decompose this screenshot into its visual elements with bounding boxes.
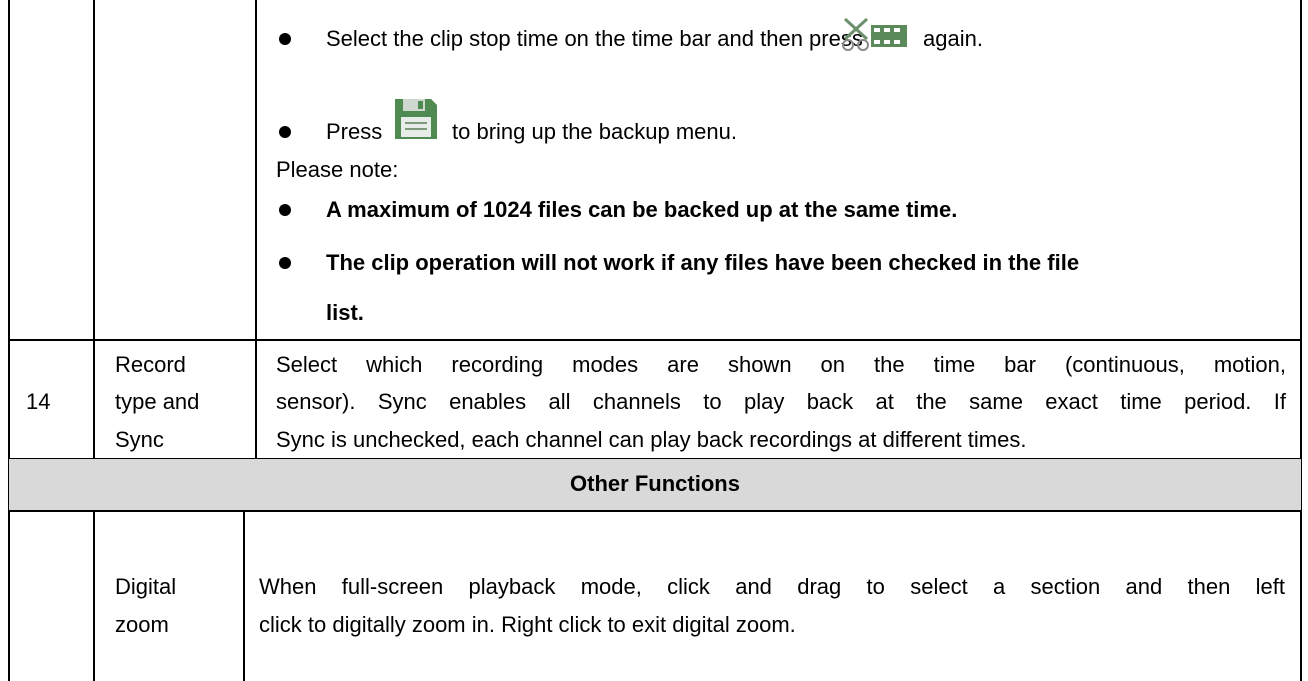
floppy-save-icon — [393, 97, 439, 141]
zoom-desc-line2: click to digitally zoom in. Right click … — [259, 612, 796, 637]
note-item-1: A maximum of 1024 files can be backed up… — [326, 197, 958, 222]
note-item-2-line2: list. — [326, 300, 364, 325]
bullet2-text-after: to bring up the backup menu. — [452, 119, 737, 144]
section-header-title: Other Functions — [570, 471, 740, 496]
bullet-dot — [279, 126, 291, 138]
row14-desc-line2: sensor). Sync enables all channels to pl… — [276, 389, 1286, 414]
zoom-name-line2: zoom — [115, 612, 169, 637]
document-page: { "row_continued": { "bullet1_before": "… — [0, 0, 1308, 681]
note-label: Please note: — [276, 157, 399, 182]
clip-scissors-icon — [841, 17, 909, 53]
bullet1-text: Select the clip stop time on the time ba… — [326, 26, 863, 51]
row14-name-line1: Record — [115, 352, 186, 377]
row14-desc-line1: Select which recording modes are shown o… — [276, 352, 1286, 377]
bullet2-text: Press — [326, 119, 383, 144]
border-col2-bottom — [243, 511, 245, 681]
row14-number: 14 — [26, 389, 51, 414]
row14-name-line2: type and — [115, 389, 200, 414]
zoom-desc-line1: When full-screen playback mode, click an… — [259, 574, 1285, 599]
bullet1-text-after: again. — [923, 26, 983, 51]
border-row-c — [8, 510, 1302, 512]
bullet-dot — [279, 33, 291, 45]
border-col1-top — [93, 0, 95, 460]
note-item-2-line1: The clip operation will not work if any … — [326, 250, 1080, 275]
zoom-name-line1: Digital — [115, 574, 177, 599]
bullet-dot — [279, 257, 291, 269]
border-row-a — [8, 339, 1302, 341]
row14-name-line3: Sync — [115, 427, 164, 452]
border-col1-bottom — [93, 511, 95, 681]
border-col2-top — [255, 0, 257, 460]
row14-desc-line3: Sync is unchecked, each channel can play… — [276, 427, 1027, 452]
bullet-dot — [279, 204, 291, 216]
